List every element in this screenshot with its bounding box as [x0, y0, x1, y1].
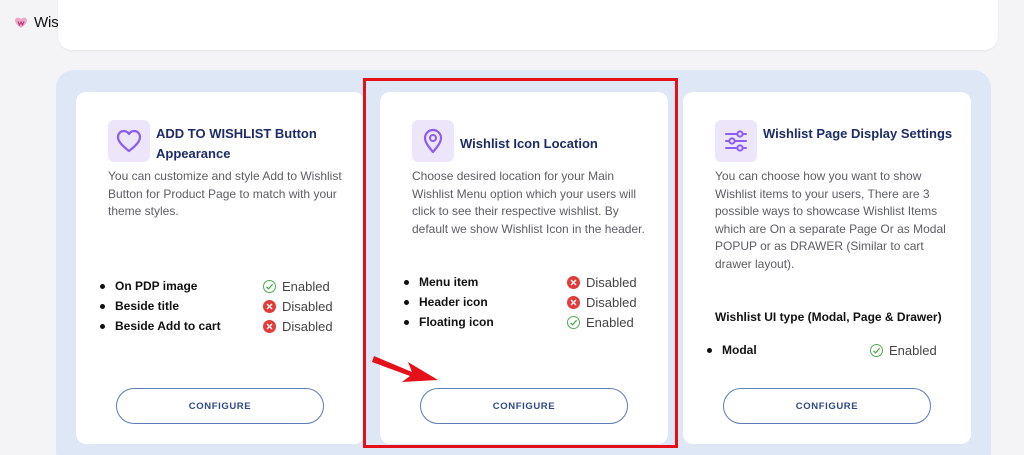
card-title: Wishlist Page Display Settings	[763, 126, 953, 141]
option-modal: Modal Enabled	[707, 340, 937, 360]
status-text: Enabled	[889, 342, 937, 358]
status-badge: Disabled	[263, 319, 333, 334]
card-icon-box	[715, 120, 757, 162]
card-wishlist-page-display-settings: Wishlist Page Display Settings You can c…	[683, 92, 971, 444]
card-title: ADD TO WISHLIST Button Appearance	[156, 126, 317, 161]
status-text: Enabled	[282, 278, 330, 294]
previous-section-card-edge	[58, 0, 998, 50]
option-label: Beside title	[115, 299, 180, 313]
pointer-arrow-icon	[372, 356, 438, 382]
check-circle-icon	[870, 343, 883, 357]
status-badge: Disabled	[263, 299, 333, 314]
card-icon-box	[108, 120, 150, 162]
card-description: You can choose how you want to show Wish…	[715, 169, 946, 271]
x-circle-icon	[263, 319, 276, 333]
status-text: Disabled	[282, 318, 333, 334]
bullet	[707, 347, 712, 353]
sliders-icon	[725, 130, 747, 152]
option-on-pdp-image: On PDP image Enabled	[100, 276, 333, 296]
bullet	[100, 323, 105, 329]
configure-button[interactable]: CONFIGURE	[723, 388, 931, 424]
x-circle-icon	[263, 299, 276, 313]
option-label: Modal	[722, 343, 757, 357]
status-badge: Enabled	[263, 279, 330, 294]
option-label: On PDP image	[115, 279, 198, 293]
heart-icon	[116, 129, 142, 153]
highlight-box	[363, 78, 678, 448]
option-beside-add-to-cart: Beside Add to cart Disabled	[100, 316, 333, 336]
option-label: Beside Add to cart	[115, 319, 221, 333]
card-description: You can customize and style Add to Wishl…	[108, 169, 342, 218]
wishlist-guru-logo-icon	[15, 17, 27, 28]
options-list: On PDP image Enabled Beside title Disabl…	[100, 276, 333, 336]
status-text: Disabled	[282, 298, 333, 314]
options-list: Modal Enabled	[707, 340, 937, 360]
bullet	[100, 303, 105, 309]
status-badge: Enabled	[870, 343, 937, 358]
ui-type-label: Wishlist UI type (Modal, Page & Drawer)	[715, 310, 942, 324]
check-circle-icon	[263, 279, 276, 293]
bullet	[100, 283, 105, 289]
card-add-to-wishlist-button: ADD TO WISHLIST Button Appearance You ca…	[76, 92, 364, 444]
configure-button[interactable]: CONFIGURE	[116, 388, 324, 424]
option-beside-title: Beside title Disabled	[100, 296, 333, 316]
